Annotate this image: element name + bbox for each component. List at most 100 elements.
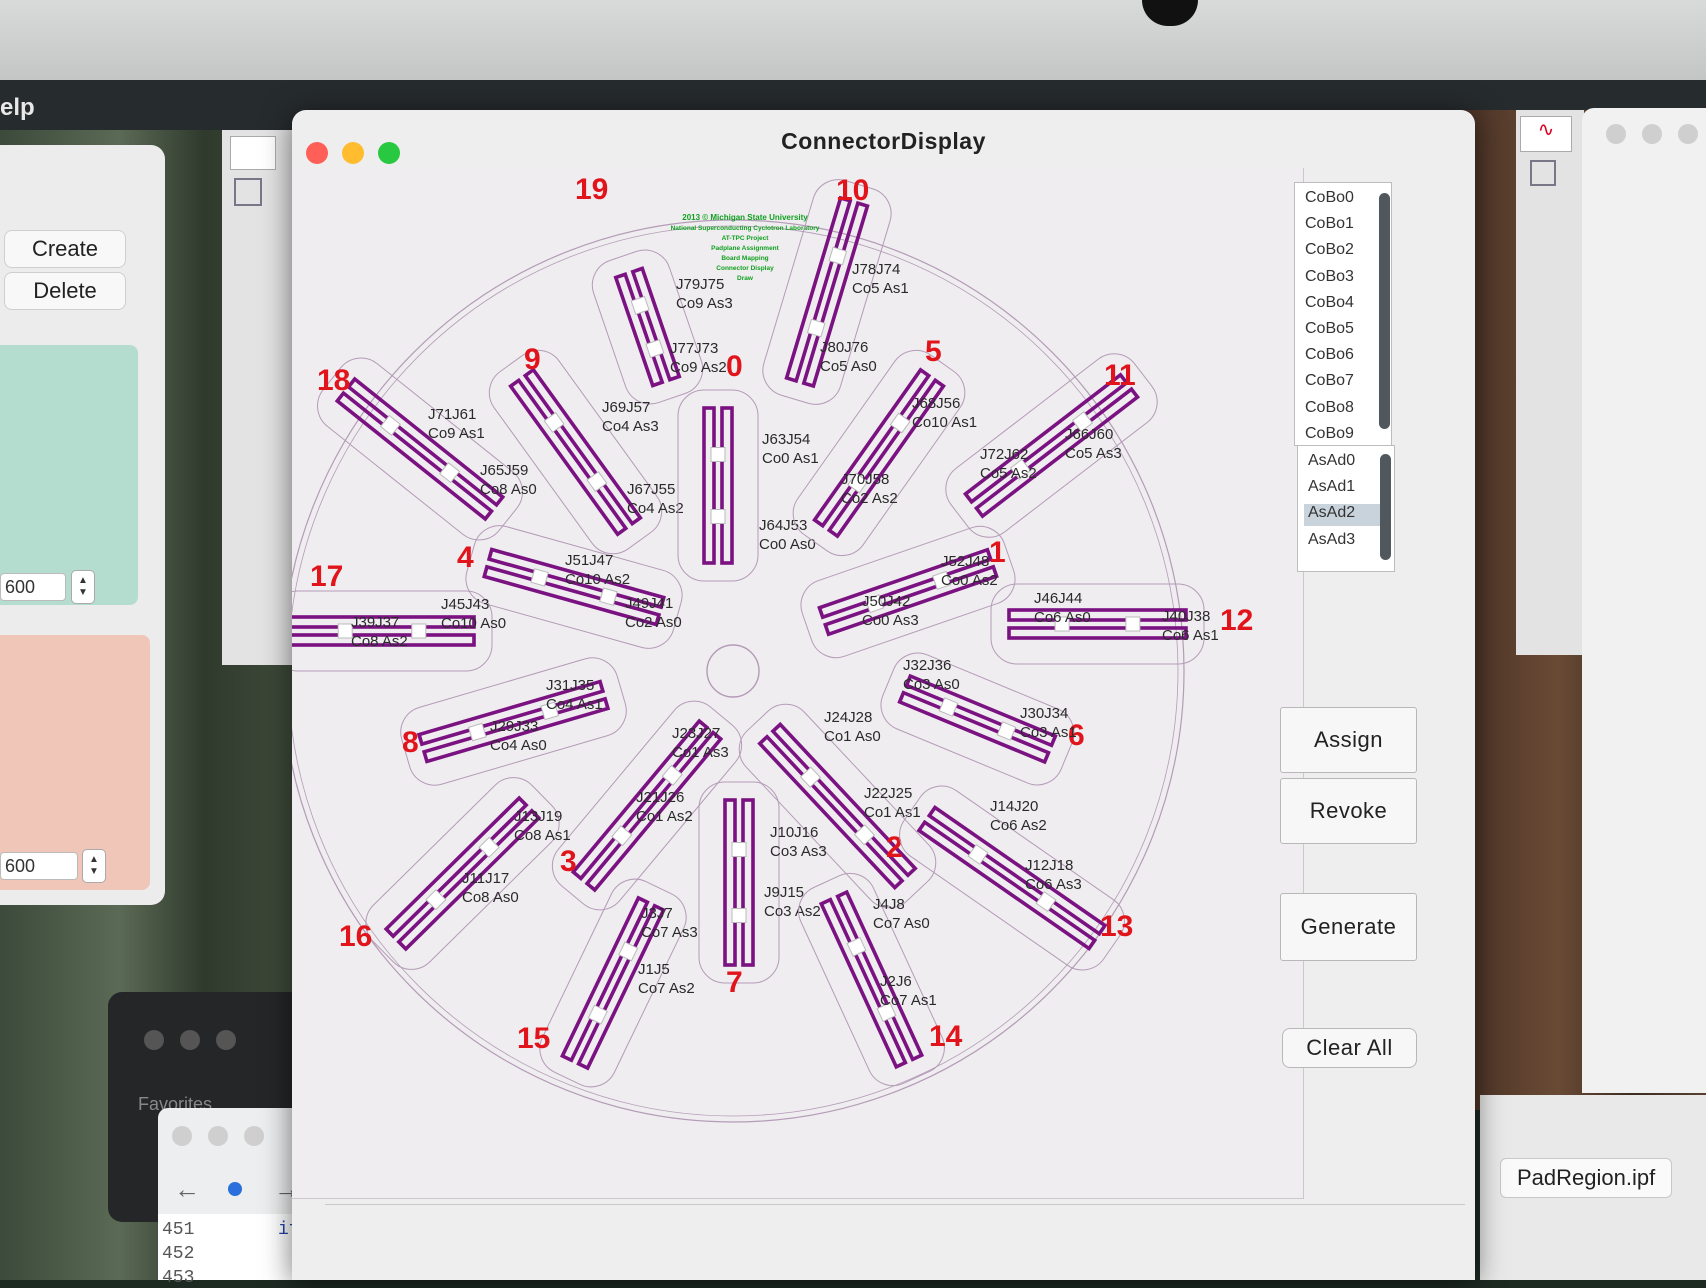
connector-pin bbox=[599, 587, 618, 606]
menu-help[interactable]: elp bbox=[0, 94, 35, 122]
line-number: 452 bbox=[162, 1244, 195, 1264]
connector-label: J3J7 bbox=[641, 905, 673, 922]
assignment-label: Co8 As0 bbox=[462, 889, 519, 906]
connector-strip bbox=[383, 795, 529, 939]
list-item[interactable]: CoBo1 bbox=[1301, 215, 1377, 237]
value-stepper-1[interactable]: ▲ ▼ bbox=[71, 570, 95, 604]
sector-10: 10 J78J74 Co5 As1 J80J76 Co5 As0 bbox=[762, 174, 909, 405]
connector-pin bbox=[731, 842, 747, 857]
connector-pin bbox=[710, 447, 726, 462]
sector-number: 2 bbox=[886, 831, 903, 864]
list-item[interactable]: AsAd3 bbox=[1304, 531, 1380, 553]
connector-strip bbox=[741, 798, 755, 967]
sector-8: 8 J31J35 Co4 As1 J29J33 Co4 As0 bbox=[400, 657, 627, 786]
delete-button[interactable]: Delete bbox=[4, 272, 126, 310]
sector-number: 3 bbox=[560, 845, 577, 878]
sector-9: 9 J69J57 Co4 As3 J67J55 Co4 As2 bbox=[488, 343, 684, 555]
revoke-button[interactable]: Revoke bbox=[1280, 778, 1417, 844]
scrollbar-thumb[interactable] bbox=[1379, 193, 1390, 429]
sector-7: 7 J10J16 Co3 As3 J9J15 Co3 As2 bbox=[698, 781, 827, 999]
connector-pin bbox=[478, 836, 500, 858]
list-item[interactable]: CoBo4 bbox=[1301, 294, 1377, 316]
list-item[interactable]: CoBo9 bbox=[1301, 425, 1377, 447]
connector-label: J31J35 bbox=[546, 677, 594, 694]
assignment-label: Co9 As2 bbox=[670, 359, 727, 376]
list-item[interactable]: AsAd2 bbox=[1304, 504, 1380, 527]
connector-label: J2J6 bbox=[880, 973, 912, 990]
value-field-2[interactable]: 600 bbox=[0, 852, 78, 880]
connector-label: J66J60 bbox=[1065, 426, 1113, 443]
list-item[interactable]: CoBo8 bbox=[1301, 399, 1377, 421]
clear-all-button[interactable]: Clear All bbox=[1282, 1028, 1417, 1068]
cobo-list[interactable]: CoBo0 CoBo1 CoBo2 CoBo3 CoBo4 CoBo5 CoBo6 CoBo7… bbox=[1294, 182, 1392, 473]
waveform-icon[interactable]: ∿ bbox=[1520, 116, 1572, 152]
connector-label: J23J27 bbox=[672, 725, 720, 742]
monitor-bezel bbox=[0, 0, 1706, 80]
connector-label: J30J34 bbox=[1020, 705, 1068, 722]
connector-canvas[interactable]: 2013 © Michigan State University National… bbox=[292, 168, 1304, 1199]
sector-19: 19 J79J75 Co9 As3 J77J73 Co9 As2 bbox=[575, 173, 733, 405]
connector-pin bbox=[853, 824, 876, 846]
list-item[interactable]: AsAd0 bbox=[1304, 452, 1380, 474]
minimize-button-inactive[interactable] bbox=[208, 1126, 228, 1146]
title-bar[interactable]: ConnectorDisplay bbox=[292, 110, 1475, 165]
connector-pin bbox=[710, 509, 726, 524]
sector-number: 12 bbox=[1220, 604, 1253, 637]
list-item[interactable]: AsAd1 bbox=[1304, 478, 1380, 500]
connector-strip bbox=[720, 406, 734, 565]
list-item[interactable]: CoBo2 bbox=[1301, 241, 1377, 263]
list-item[interactable]: CoBo5 bbox=[1301, 320, 1377, 342]
connector-label: J71J61 bbox=[428, 406, 476, 423]
sector-number: 13 bbox=[1100, 910, 1133, 943]
close-button-inactive[interactable] bbox=[144, 1030, 164, 1050]
create-button[interactable]: Create bbox=[4, 230, 126, 268]
sector-1: 1J52J48 Co0 As2 J50J42 Co0 As3 bbox=[800, 525, 1016, 659]
maximize-button-inactive[interactable] bbox=[1678, 124, 1698, 144]
shapes-icon[interactable] bbox=[234, 178, 262, 206]
list-item[interactable]: CoBo0 bbox=[1301, 189, 1377, 211]
maximize-button-inactive[interactable] bbox=[244, 1126, 264, 1146]
generate-button[interactable]: Generate bbox=[1280, 893, 1417, 961]
sector-outline bbox=[698, 781, 780, 984]
connector-pin bbox=[1125, 616, 1141, 632]
connector-pin bbox=[889, 412, 911, 434]
assignment-label: Co0 As1 bbox=[762, 450, 819, 467]
connector-pin bbox=[1035, 891, 1057, 913]
connector-label: J63J54 bbox=[762, 431, 810, 448]
asad-list[interactable]: AsAd0 AsAd1 AsAd2 AsAd3 bbox=[1297, 445, 1395, 572]
maximize-button-inactive[interactable] bbox=[216, 1030, 236, 1050]
credit-line: Draw bbox=[737, 275, 754, 282]
list-item[interactable]: CoBo6 bbox=[1301, 346, 1377, 368]
connector-pin bbox=[967, 843, 989, 865]
minimize-button-inactive[interactable] bbox=[1642, 124, 1662, 144]
list-item[interactable]: CoBo3 bbox=[1301, 268, 1377, 290]
sector-number: 5 bbox=[925, 335, 942, 368]
minimize-button-inactive[interactable] bbox=[180, 1030, 200, 1050]
connector-pin bbox=[530, 568, 549, 587]
connector-pin bbox=[799, 766, 822, 788]
padplane-diagram[interactable]: 2013 © Michigan State University National… bbox=[292, 168, 1303, 1198]
value-stepper-2[interactable]: ▲ ▼ bbox=[82, 849, 106, 883]
list-item[interactable]: CoBo7 bbox=[1301, 372, 1377, 394]
shapes-icon[interactable] bbox=[1530, 160, 1556, 186]
close-button-inactive[interactable] bbox=[172, 1126, 192, 1146]
teal-region: 600 bbox=[0, 345, 138, 755]
assignment-label: Co1 As2 bbox=[636, 808, 693, 825]
assignment-label: Co5 As1 bbox=[852, 280, 909, 297]
back-arrow-icon[interactable]: ← bbox=[174, 1174, 200, 1205]
connector-pin bbox=[586, 471, 608, 493]
sector-0: 0J63J54Co0 As1J64J53Co0 As0 bbox=[677, 350, 819, 582]
chart-icon[interactable] bbox=[230, 136, 276, 170]
sector-3: 3 J23J27 Co1 As3 J21J26 Co1 As2 bbox=[551, 700, 743, 911]
file-tab[interactable]: PadRegion.ipf bbox=[1500, 1158, 1673, 1198]
sector-18: 18 J71J61 Co9 As1 J65J59 Co8 As0 bbox=[317, 357, 537, 541]
sector-number: 10 bbox=[836, 174, 869, 207]
value-field-1[interactable]: 600 bbox=[0, 573, 66, 601]
scrollbar-thumb[interactable] bbox=[1380, 454, 1391, 560]
assign-button[interactable]: Assign bbox=[1280, 707, 1417, 773]
connector-label: J69J57 bbox=[602, 399, 650, 416]
close-button-inactive[interactable] bbox=[1606, 124, 1626, 144]
camera-notch bbox=[1142, 0, 1198, 26]
sector-outline bbox=[798, 872, 945, 1087]
credit-line: Board Mapping bbox=[721, 255, 768, 262]
